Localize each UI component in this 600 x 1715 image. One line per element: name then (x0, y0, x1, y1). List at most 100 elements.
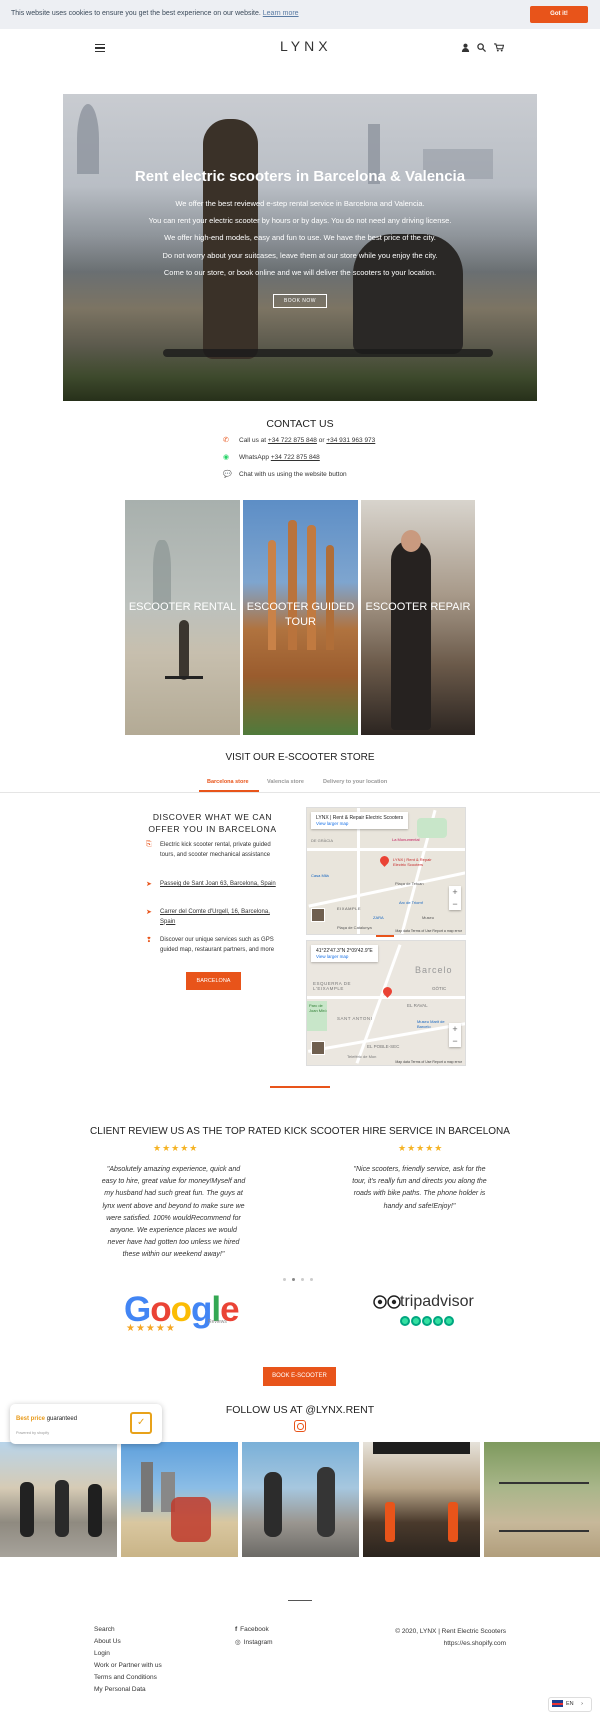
map-satellite-toggle[interactable] (311, 908, 325, 922)
unique-services-text: Discover our unique services such as GPS… (160, 937, 275, 953)
instagram-photo-5[interactable] (484, 1442, 600, 1557)
hero-line: We offer the best reviewed e-step rental… (175, 199, 425, 208)
footer-facebook-link[interactable]: f Facebook (235, 1626, 269, 1633)
whatsapp-icon: ◉ (223, 454, 230, 461)
badge-guaranteed: guaranteed (46, 1416, 78, 1422)
scooter-image (448, 1502, 458, 1542)
uk-flag-icon (552, 1700, 563, 1708)
rating-dot (433, 1316, 443, 1326)
tab-divider (0, 792, 600, 793)
map-street (308, 871, 465, 908)
instagram-photo-4[interactable] (363, 1442, 480, 1557)
card-escooter-rental[interactable]: ESCOOTER RENTAL (125, 500, 240, 735)
menu-icon[interactable] (95, 44, 105, 52)
tower-image (141, 1462, 153, 1512)
parked-scooters-image (499, 1482, 589, 1532)
card-escooter-repair[interactable]: ESCOOTER REPAIR (361, 500, 475, 735)
view-larger-map-link[interactable]: View larger map (316, 821, 403, 826)
rider-image (55, 1480, 69, 1537)
carousel-dot[interactable] (292, 1278, 295, 1281)
map-place-label: Teleféric de Mon (347, 1054, 377, 1059)
hero-title: Rent electric scooters in Barcelona & Va… (134, 168, 466, 185)
cookie-message: This website uses cookies to ensure you … (11, 10, 299, 17)
instagram-photo-2[interactable] (121, 1442, 238, 1557)
tab-barcelona-store[interactable]: Barcelona store (207, 779, 249, 785)
address-link-2[interactable]: Carrer del Comte d'Urgell, 16, Barcelona… (160, 908, 280, 927)
footer-link-terms[interactable]: Terms and Conditions (94, 1674, 157, 1681)
map-zoom-control[interactable]: + − (449, 886, 461, 910)
instagram-photo-1[interactable] (0, 1442, 117, 1557)
map-place-label: SANT ANTONI (337, 1016, 373, 1021)
chat-icon: 💬 (223, 471, 232, 478)
hero-line: You can rent your electric scooter by ho… (148, 216, 452, 225)
footer-instagram-link[interactable]: ◎ Instagram (235, 1638, 273, 1646)
instagram-photo-3[interactable] (242, 1442, 359, 1557)
mechanic-head-image (401, 530, 421, 552)
rider-image (88, 1484, 102, 1537)
facebook-label: Facebook (240, 1626, 269, 1633)
learn-more-link[interactable]: Learn more (263, 10, 299, 17)
instagram-label: Instagram (243, 1639, 273, 1646)
hero-line: Come to our store, or book online and we… (163, 268, 437, 277)
book-escooter-button[interactable]: BOOK E-SCOOTER (263, 1367, 336, 1386)
carousel-dot[interactable] (301, 1278, 304, 1281)
view-larger-map-link[interactable]: View larger map (316, 954, 373, 959)
book-now-button[interactable]: BOOK NOW (273, 294, 327, 308)
address-text-1[interactable]: Passeig de Sant Joan 63, Barcelona, Spai… (160, 881, 276, 887)
spire-image (288, 520, 297, 650)
spire-image (307, 525, 316, 650)
search-icon[interactable] (477, 43, 486, 54)
card-escooter-guided-tour[interactable]: ESCOOTER GUIDED TOUR (243, 500, 358, 735)
store-sign-image (373, 1442, 470, 1454)
phone-link-2[interactable]: +34 931 963 973 (326, 437, 375, 444)
cookie-accept-button[interactable]: Got it! (530, 6, 588, 23)
map-place-label: DE GRÀCIA (311, 838, 334, 843)
instagram-icon[interactable] (294, 1420, 306, 1432)
footer-link-personal-data[interactable]: My Personal Data (94, 1686, 146, 1693)
spire-image (326, 545, 334, 650)
service-description: Electric kick scooter rental, private gu… (160, 842, 271, 858)
map-info-card: LYNX | Rent & Repair Electric Scooters V… (311, 812, 409, 829)
map-place-label: Plaça de Tetuan (395, 881, 424, 886)
map-footer-links[interactable]: Map data Terms of Use Report a map error (395, 929, 462, 933)
map-barcelona-store[interactable]: LYNX | Rent & Repair Electric Scooters V… (306, 807, 466, 935)
logo[interactable]: LYNX (280, 38, 332, 54)
map-location-coordinates[interactable]: 41°22'47.3"N 2°09'42.9"E View larger map… (306, 940, 466, 1066)
cart-icon[interactable] (494, 43, 505, 54)
card-label: ESCOOTER REPAIR (365, 601, 471, 613)
footer-powered-by[interactable]: https://es.shopify.com (372, 1638, 506, 1649)
footer-link-search[interactable]: Search (94, 1626, 115, 1633)
carousel-dot[interactable] (310, 1278, 313, 1281)
footer-link-about[interactable]: About Us (94, 1638, 121, 1645)
map-pin-icon[interactable] (378, 854, 391, 867)
map-footer-links[interactable]: Map data Terms of Use Report a map error (395, 1060, 462, 1064)
map-place-label: Casa Milà (311, 873, 329, 878)
barcelona-button[interactable]: BARCELONA (186, 972, 241, 990)
address-link-1[interactable]: Passeig de Sant Joan 63, Barcelona, Spai… (160, 880, 280, 890)
best-price-badge[interactable]: Best price guaranteed Powered by shopify (10, 1404, 162, 1444)
review-carousel-dots[interactable] (280, 1268, 316, 1286)
map-pin-label: LYNX | Rent & Repair Electric Scooters (393, 857, 432, 867)
language-selector[interactable]: EN › (548, 1697, 592, 1712)
map-zoom-control[interactable]: + − (449, 1023, 461, 1047)
hero-line: Do not worry about your suitcases, leave… (162, 251, 438, 260)
reviews-title: CLIENT REVIEW US AS THE TOP RATED KICK S… (90, 1126, 510, 1137)
address-text-2[interactable]: Carrer del Comte d'Urgell, 16, Barcelona… (160, 909, 270, 925)
tab-valencia-store[interactable]: Valencia store (267, 779, 304, 785)
phone-link-1[interactable]: +34 722 875 848 (268, 437, 317, 444)
carousel-dot[interactable] (283, 1278, 286, 1281)
account-icon[interactable] (461, 43, 470, 54)
rating-dot (444, 1316, 454, 1326)
rating-stars: ★★★★★ (153, 1143, 199, 1153)
location-arrow-icon: ➤ (146, 909, 152, 916)
language-label: EN (566, 1701, 574, 1707)
footer-link-work[interactable]: Work or Partner with us (94, 1662, 162, 1669)
map-street (307, 848, 465, 851)
footer-link-login[interactable]: Login (94, 1650, 110, 1657)
whatsapp-link[interactable]: +34 722 875 848 (271, 454, 320, 461)
tab-delivery[interactable]: Delivery to your location (323, 779, 387, 785)
map-satellite-toggle[interactable] (311, 1041, 325, 1055)
map-place-label: EL RAVAL (407, 1003, 428, 1008)
tripadvisor-logo-text: tripadvisor (400, 1293, 474, 1310)
card-label: ESCOOTER GUIDED TOUR (246, 601, 355, 628)
